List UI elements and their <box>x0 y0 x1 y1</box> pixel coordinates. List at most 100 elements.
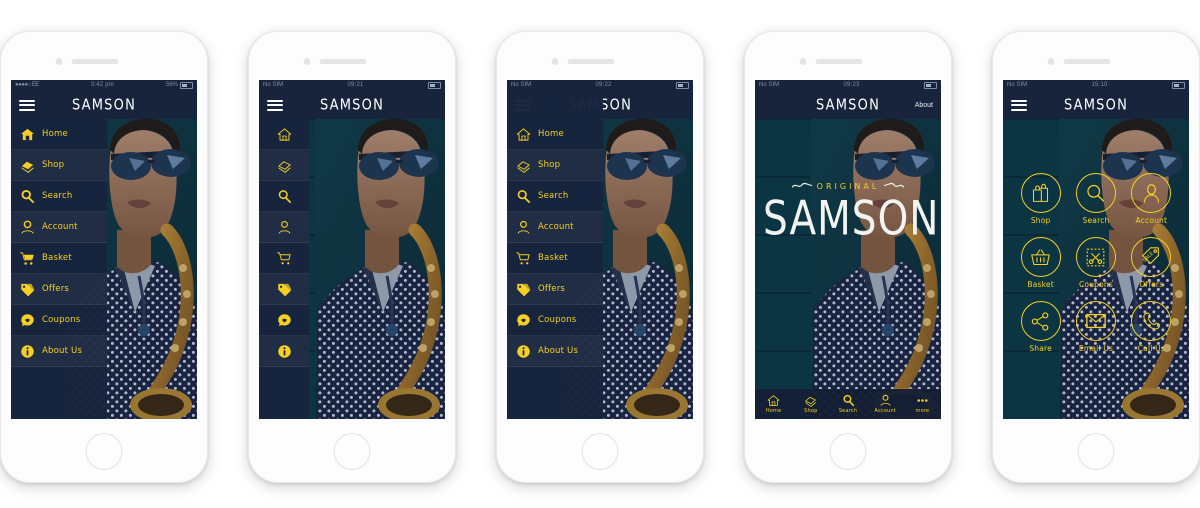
signal-icon: ●●●●○ EE <box>15 82 39 88</box>
account-icon <box>516 220 531 235</box>
sidebar-item-shop[interactable] <box>259 150 309 181</box>
sidebar-item-home[interactable] <box>259 119 309 150</box>
sidebar-item-offers[interactable]: Offers <box>507 274 603 305</box>
app-bar: SAMSON <box>1003 91 1189 119</box>
sidebar-item-coupons[interactable] <box>259 305 309 336</box>
tab-shop[interactable]: Shop <box>792 394 829 414</box>
tab-home[interactable]: Home <box>755 394 792 414</box>
offers-tag-icon <box>277 282 292 297</box>
tab-label: Account <box>874 408 896 414</box>
sidebar-item-account[interactable]: Account <box>11 212 107 243</box>
sidebar-item-basket[interactable]: Basket <box>11 243 107 274</box>
sidebar-item-search[interactable]: Search <box>11 181 107 212</box>
nav-drawer: Home Shop Search Account Basket Offers C… <box>11 119 107 419</box>
phone-2: No SIM 09:21 SAMSON <box>248 31 456 483</box>
status-time: 09:21 <box>347 82 364 88</box>
about-link[interactable]: About <box>915 102 933 109</box>
sidebar-item-shop[interactable]: Shop <box>11 150 107 181</box>
grid-label: Share <box>1029 344 1052 353</box>
sidebar-label: About Us <box>42 346 83 356</box>
shop-bag-icon <box>1020 173 1061 213</box>
sidebar-item-basket[interactable]: Basket <box>507 243 603 274</box>
grid-label: Basket <box>1027 280 1054 289</box>
speaker-grille <box>71 59 119 64</box>
grid-label: Shop <box>1030 216 1051 225</box>
shop-icon <box>20 158 35 173</box>
home-button[interactable] <box>581 433 619 470</box>
sidebar-item-account[interactable] <box>259 212 309 243</box>
swash-right-icon <box>883 181 905 192</box>
grid-item-coupons[interactable]: Coupons <box>1071 237 1121 289</box>
coupons-heart-icon <box>277 313 292 328</box>
sidebar-item-search[interactable]: Search <box>507 181 603 212</box>
sidebar-label: Account <box>42 222 78 232</box>
sidebar-item-offers[interactable]: Offers <box>11 274 107 305</box>
sidebar-item-home[interactable]: Home <box>507 119 603 150</box>
home-button[interactable] <box>85 433 123 470</box>
sidebar-item-account[interactable]: Account <box>507 212 603 243</box>
coupons-heart-icon <box>516 313 531 328</box>
sidebar-item-shop[interactable]: Shop <box>507 150 603 181</box>
grid-item-shop[interactable]: Shop <box>1016 173 1066 225</box>
sidebar-label: Coupons <box>538 315 577 325</box>
search-icon <box>842 394 855 407</box>
nav-drawer-compact <box>259 119 309 419</box>
phone-5: No SIM 15:10 SAMSON Shop Search Account … <box>992 31 1200 483</box>
grid-item-call-us[interactable]: Call Us <box>1126 301 1176 353</box>
grid-label: Search <box>1082 216 1110 225</box>
carrier-label: No SIM <box>759 82 780 88</box>
grid-item-basket[interactable]: Basket <box>1016 237 1066 289</box>
home-icon <box>277 127 292 142</box>
sidebar-item-home[interactable]: Home <box>11 119 107 150</box>
app-bar: SAMSON About <box>755 91 941 119</box>
sidebar-label: Basket <box>538 253 568 263</box>
sidebar-item-offers[interactable] <box>259 274 309 305</box>
bottom-tab-bar: Home Shop Search Account more <box>755 389 941 419</box>
hero-section: ORIGINAL SAMSON <box>755 119 941 419</box>
grid-item-share[interactable]: Share <box>1016 301 1066 353</box>
hero-kicker-row: ORIGINAL <box>763 181 933 192</box>
home-button[interactable] <box>829 433 867 470</box>
tab-account[interactable]: Account <box>867 394 904 414</box>
grid-item-account[interactable]: Account <box>1126 173 1176 225</box>
tab-search[interactable]: Search <box>829 394 866 414</box>
grid-item-email-us[interactable]: Email Us <box>1071 301 1121 353</box>
home-button[interactable] <box>1077 433 1115 470</box>
home-icon <box>767 394 780 407</box>
sidebar-label: Search <box>42 191 73 201</box>
phone-1: ●●●●○ EE 3:42 pm 56% SAMSON Home Shop Se… <box>0 31 208 483</box>
account-icon <box>879 394 892 407</box>
sidebar-item-coupons[interactable]: Coupons <box>507 305 603 336</box>
sidebar-item-about-us[interactable]: About Us <box>11 336 107 367</box>
tab-more[interactable]: more <box>904 394 941 414</box>
basket-cart-icon <box>276 251 292 266</box>
hero-title: SAMSON <box>763 192 940 247</box>
battery-icon <box>180 82 193 89</box>
sidebar-item-about-us[interactable] <box>259 336 309 367</box>
status-time: 09:23 <box>843 82 860 88</box>
grid-item-offers[interactable]: SALE Offers <box>1126 237 1176 289</box>
sidebar-label: Account <box>538 222 574 232</box>
speaker-grille <box>1063 59 1111 64</box>
grid-item-search[interactable]: Search <box>1071 173 1121 225</box>
sidebar-item-basket[interactable] <box>259 243 309 274</box>
phone-3-screen: No SIM 09:22 SAMSON Home Shop <box>507 80 693 419</box>
sidebar-item-coupons[interactable]: Coupons <box>11 305 107 336</box>
phone-4: No SIM 09:23 SAMSON About ORIGINAL SAMSO… <box>744 31 952 483</box>
sidebar-label: Coupons <box>42 315 81 325</box>
sidebar-item-search[interactable] <box>259 181 309 212</box>
brand-logo: SAMSON <box>1063 96 1128 114</box>
more-dots-icon <box>915 394 930 407</box>
speaker-grille <box>567 59 615 64</box>
battery-icon <box>1172 82 1185 89</box>
grid-row: Shop Search Account <box>1013 173 1179 225</box>
carrier-label: No SIM <box>263 82 284 88</box>
sidebar-item-about-us[interactable]: About Us <box>507 336 603 367</box>
battery-icon <box>676 82 689 89</box>
status-time: 15:10 <box>1091 82 1108 88</box>
phone-mockup-row: ●●●●○ EE 3:42 pm 56% SAMSON Home Shop Se… <box>0 0 1200 508</box>
envelope-icon <box>1075 301 1116 341</box>
sidebar-label: Shop <box>538 160 561 170</box>
home-button[interactable] <box>333 433 371 470</box>
grid-menu: Shop Search Account Basket Coupons SALE … <box>1003 119 1189 419</box>
